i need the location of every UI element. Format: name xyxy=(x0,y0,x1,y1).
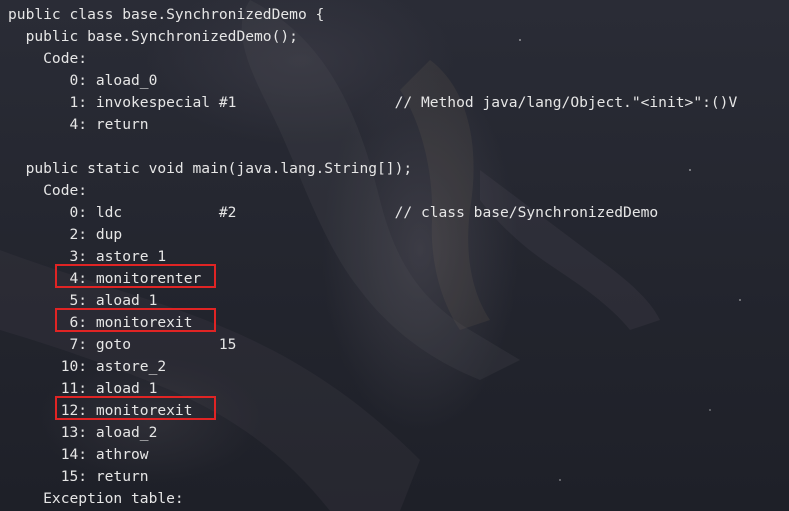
code-line-instruction: 14: athrow xyxy=(8,446,149,463)
code-line-instruction: 2: dup xyxy=(8,226,123,243)
code-line-instruction: 11: aload_1 xyxy=(8,380,158,397)
code-line-exception-table-label: Exception table: xyxy=(8,490,184,507)
code-line-main-decl: public static void main(java.lang.String… xyxy=(8,160,413,177)
code-line-class-decl: public class base.SynchronizedDemo { xyxy=(8,6,325,23)
code-line-instruction: 4: return xyxy=(8,116,149,133)
bytecode-listing[interactable]: public class base.SynchronizedDemo { pub… xyxy=(8,4,737,510)
code-line-constructor-decl: public base.SynchronizedDemo(); xyxy=(8,28,298,45)
code-line-monitorexit: 6: monitorexit xyxy=(8,314,193,331)
code-line-instruction: 3: astore_1 xyxy=(8,248,167,265)
code-line-instruction: 13: aload_2 xyxy=(8,424,158,441)
code-line-monitorexit: 12: monitorexit xyxy=(8,402,193,419)
code-line-instruction: 5: aload_1 xyxy=(8,292,158,309)
code-line-code-label: Code: xyxy=(8,182,88,199)
code-line-instruction: 10: astore_2 xyxy=(8,358,167,375)
code-line-monitorenter: 4: monitorenter xyxy=(8,270,202,287)
code-line-instruction: 7: goto 15 xyxy=(8,336,237,353)
code-line-instruction: 1: invokespecial #1 // Method java/lang/… xyxy=(8,94,738,111)
code-line-instruction: 15: return xyxy=(8,468,149,485)
code-line-instruction: 0: ldc #2 // class base/SynchronizedDemo xyxy=(8,204,659,221)
code-line-instruction: 0: aload_0 xyxy=(8,72,158,89)
code-line-code-label: Code: xyxy=(8,50,88,67)
terminal-window[interactable]: public class base.SynchronizedDemo { pub… xyxy=(0,0,789,511)
